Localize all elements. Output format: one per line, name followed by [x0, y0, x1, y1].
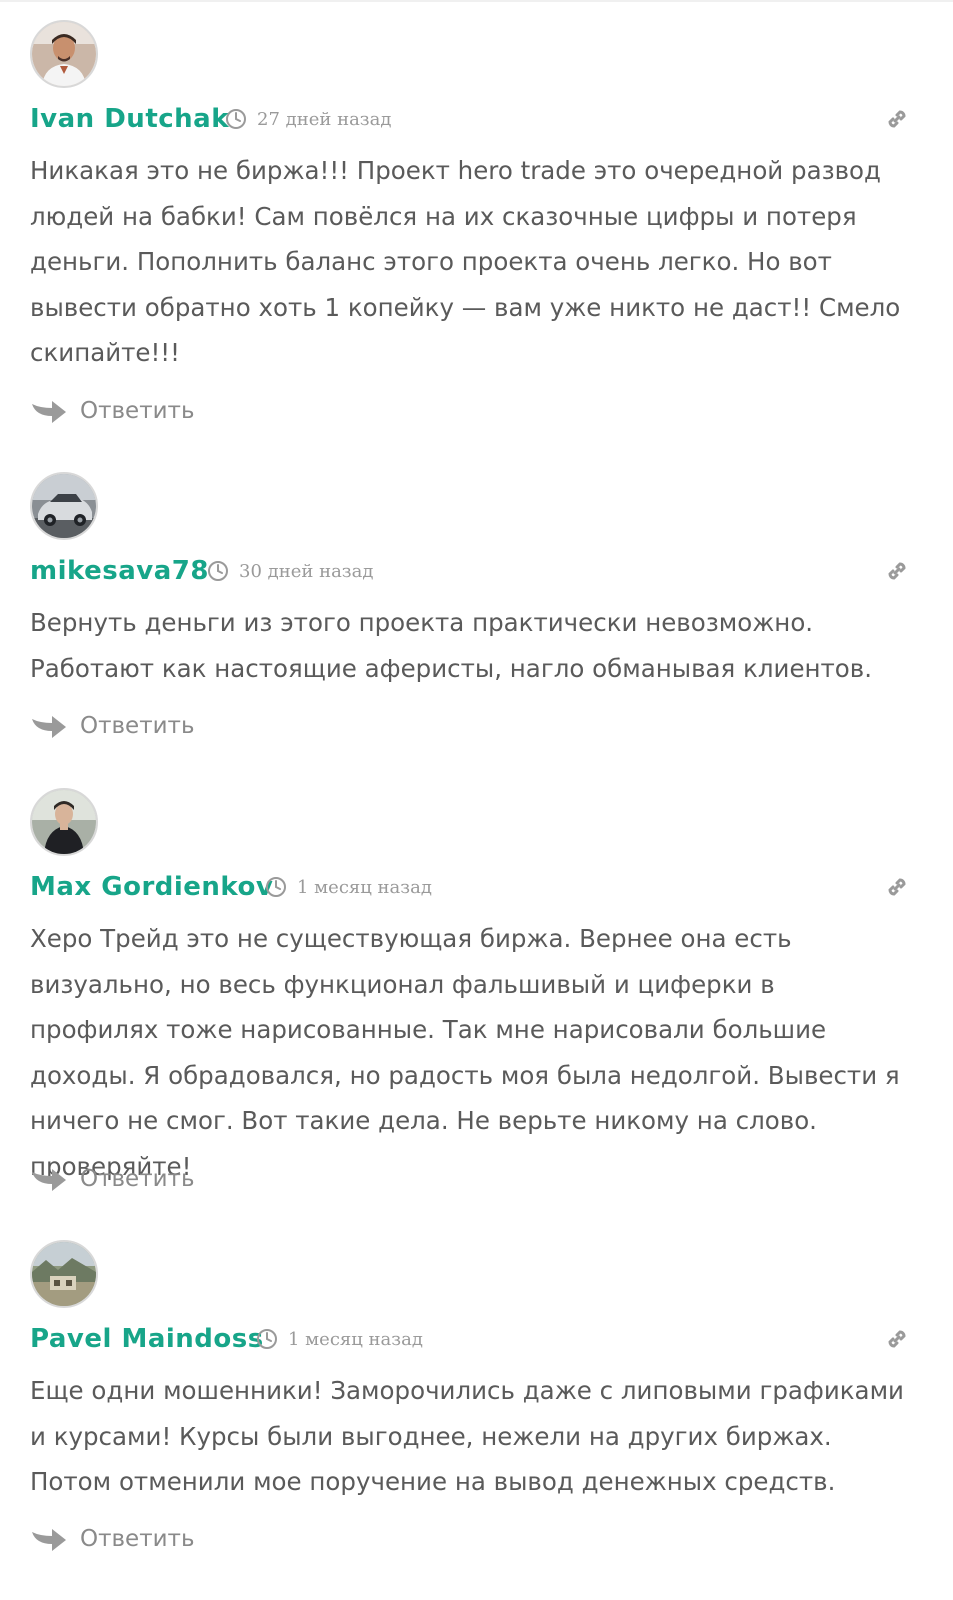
author-name[interactable]: Pavel Maindoss: [30, 1322, 264, 1356]
reply-label: Ответить: [80, 713, 195, 739]
avatar[interactable]: [30, 788, 98, 856]
avatar[interactable]: [30, 20, 98, 88]
comment-time[interactable]: 27 дней назад: [225, 102, 391, 136]
time-text: 30 дней назад: [239, 560, 374, 582]
permalink-icon[interactable]: [884, 1326, 910, 1352]
comment-item: Pavel Maindoss 1 месяц назад Еще одни мо…: [30, 1240, 910, 1596]
reply-arrow-icon: [32, 716, 66, 738]
comment-item: Max Gordienkov 1 месяц назад Херо Трейд …: [30, 788, 910, 1208]
clock-icon: [266, 877, 286, 897]
clock-icon: [226, 109, 246, 129]
reply-button[interactable]: Ответить: [30, 391, 195, 431]
clock-icon: [208, 561, 228, 581]
reply-label: Ответить: [80, 398, 195, 424]
comment-time[interactable]: 1 месяц назад: [265, 870, 432, 904]
time-text: 1 месяц назад: [288, 1328, 423, 1350]
author-name[interactable]: mikesava78: [30, 554, 209, 588]
author-name[interactable]: Max Gordienkov: [30, 870, 273, 904]
landscape-photo-icon: [32, 1242, 96, 1306]
comment-meta: Max Gordienkov 1 месяц назад: [30, 870, 910, 904]
permalink-icon[interactable]: [884, 558, 910, 584]
clock-icon: [257, 1329, 277, 1349]
time-text: 27 дней назад: [257, 108, 392, 130]
comment-meta: Ivan Dutchak 27 дней назад: [30, 102, 910, 136]
comment-text: Никакая это не биржа!!! Проект hero trad…: [30, 156, 901, 368]
car-photo-icon: [32, 474, 96, 538]
reply-button[interactable]: Ответить: [30, 1159, 195, 1199]
top-divider: [0, 0, 953, 2]
reply-button[interactable]: Ответить: [30, 1519, 195, 1559]
person-photo-icon: [32, 22, 96, 86]
avatar[interactable]: [30, 472, 98, 540]
avatar[interactable]: [30, 1240, 98, 1308]
reply-arrow-icon: [32, 1529, 66, 1551]
reply-button[interactable]: Ответить: [30, 706, 195, 746]
reply-label: Ответить: [80, 1526, 195, 1552]
comment-time[interactable]: 30 дней назад: [207, 554, 373, 588]
reply-arrow-icon: [32, 1169, 66, 1191]
comment-meta: Pavel Maindoss 1 месяц назад: [30, 1322, 910, 1356]
comment-time[interactable]: 1 месяц назад: [256, 1322, 423, 1356]
permalink-icon[interactable]: [884, 874, 910, 900]
comment-text: Еще одни мошенники! Заморочились даже с …: [30, 1376, 904, 1497]
reply-arrow-icon: [32, 401, 66, 423]
person-photo-icon: [32, 790, 96, 854]
permalink-icon[interactable]: [884, 106, 910, 132]
comment-item: Ivan Dutchak 27 дней назад Никакая это н…: [30, 20, 910, 440]
time-text: 1 месяц назад: [297, 876, 432, 898]
author-name[interactable]: Ivan Dutchak: [30, 102, 229, 136]
comment-text: Херо Трейд это не существующая биржа. Ве…: [30, 924, 900, 1181]
comment-item: mikesava78 30 дней назад Вернуть деньги …: [30, 472, 910, 762]
comment-text: Вернуть деньги из этого проекта практиче…: [30, 608, 873, 683]
reply-label: Ответить: [80, 1166, 195, 1192]
comment-meta: mikesava78 30 дней назад: [30, 554, 910, 588]
